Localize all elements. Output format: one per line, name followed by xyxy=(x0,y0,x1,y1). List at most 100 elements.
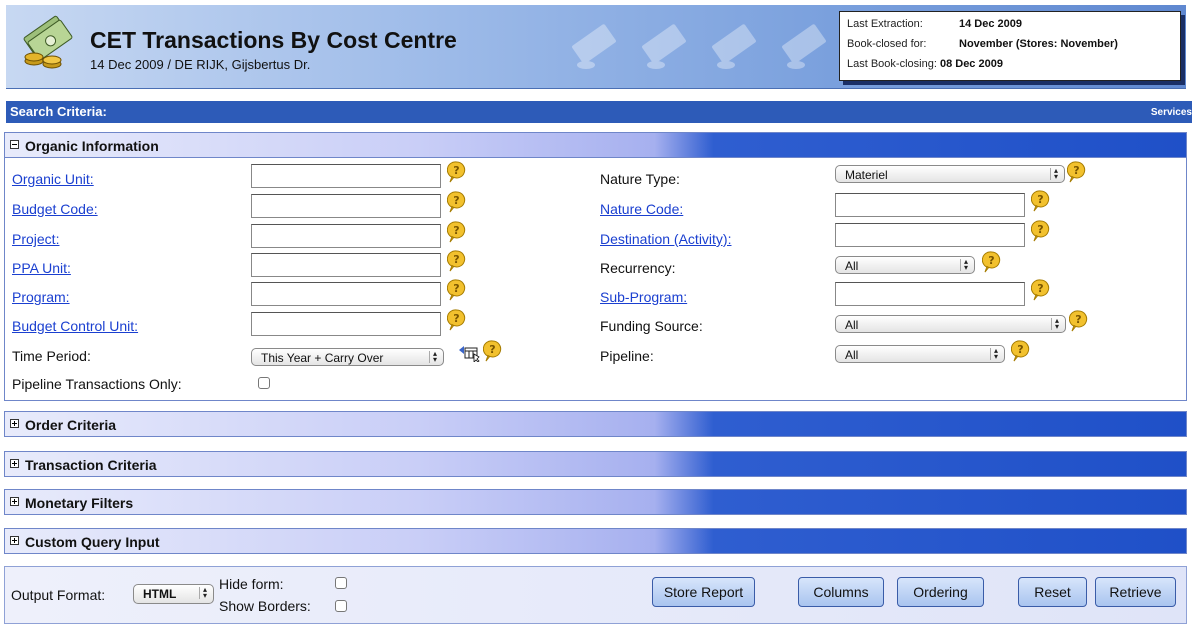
ordering-button[interactable]: Ordering xyxy=(897,577,984,607)
svg-text:?: ? xyxy=(1037,282,1043,295)
ppa-unit-link[interactable]: PPA Unit: xyxy=(12,260,71,276)
select-arrows-icon: ▴ ▾ xyxy=(429,350,440,364)
select-arrows-icon: ▴ ▾ xyxy=(1050,167,1061,181)
funding-source-select[interactable]: All ▴ ▾ xyxy=(835,315,1066,333)
select-arrows-icon: ▴ ▾ xyxy=(990,347,1001,361)
minus-icon[interactable] xyxy=(10,140,19,149)
svg-text:?: ? xyxy=(453,282,459,295)
budget-control-unit-input[interactable] xyxy=(251,312,441,336)
help-icon[interactable]: ? xyxy=(447,221,466,243)
section-monetary-filters[interactable]: Monetary Filters xyxy=(4,489,1187,515)
nature-code-link[interactable]: Nature Code: xyxy=(600,201,683,217)
organic-unit-link[interactable]: Organic Unit: xyxy=(12,171,94,187)
last-book-closing-value: 08 Dec 2009 xyxy=(939,58,1003,70)
money-logo-icon xyxy=(23,15,73,69)
select-arrows-icon: ▴ ▾ xyxy=(960,258,971,272)
show-borders-label: Show Borders: xyxy=(219,598,311,614)
pipeline-select[interactable]: All ▴ ▾ xyxy=(835,345,1005,363)
retrieve-button[interactable]: Retrieve xyxy=(1095,577,1176,607)
help-icon[interactable]: ? xyxy=(1031,190,1050,212)
program-input[interactable] xyxy=(251,282,441,306)
time-period-value: This Year + Carry Over xyxy=(261,351,384,365)
destination-activity-link[interactable]: Destination (Activity): xyxy=(600,231,731,247)
money-watermark-icon xyxy=(782,24,826,69)
svg-text:?: ? xyxy=(988,254,994,267)
project-link[interactable]: Project: xyxy=(12,231,59,247)
money-watermark-icon xyxy=(642,24,686,69)
hide-form-label: Hide form: xyxy=(219,576,284,592)
money-watermark-icon xyxy=(572,24,616,69)
ppa-unit-input[interactable] xyxy=(251,253,441,277)
hide-form-checkbox[interactable] xyxy=(335,577,347,589)
time-period-select[interactable]: This Year + Carry Over ▴ ▾ xyxy=(251,348,444,366)
svg-text:?: ? xyxy=(1073,164,1079,177)
svg-text:?: ? xyxy=(1017,343,1023,356)
plus-icon[interactable] xyxy=(10,497,19,506)
page-subtitle: 14 Dec 2009 / DE RIJK, Gijsbertus Dr. xyxy=(90,57,311,72)
help-icon[interactable]: ? xyxy=(447,279,466,301)
budget-code-link[interactable]: Budget Code: xyxy=(12,201,98,217)
plus-icon[interactable] xyxy=(10,419,19,428)
help-icon[interactable]: ? xyxy=(1067,161,1086,183)
help-icon[interactable]: ? xyxy=(982,251,1001,273)
calendar-picker-icon[interactable] xyxy=(458,342,482,362)
services-link[interactable]: Services xyxy=(1151,107,1192,118)
show-borders-checkbox[interactable] xyxy=(335,600,347,612)
destination-activity-input[interactable] xyxy=(835,223,1025,247)
svg-text:?: ? xyxy=(453,224,459,237)
help-icon[interactable]: ? xyxy=(447,250,466,272)
output-format-select[interactable]: HTML ▴ ▾ xyxy=(133,584,214,604)
help-icon[interactable]: ? xyxy=(483,340,502,362)
nature-code-input[interactable] xyxy=(835,193,1025,217)
section-label: Order Criteria xyxy=(25,417,117,433)
budget-control-unit-link[interactable]: Budget Control Unit: xyxy=(12,318,138,334)
project-input[interactable] xyxy=(251,224,441,248)
page-title: CET Transactions By Cost Centre xyxy=(90,27,457,53)
section-label: Custom Query Input xyxy=(25,534,160,550)
extraction-info-box: Last Extraction: 14 Dec 2009 Book-closed… xyxy=(839,11,1181,81)
section-organic-information[interactable]: Organic Information xyxy=(4,132,1187,158)
nature-type-label: Nature Type: xyxy=(600,171,680,187)
last-extraction-label: Last Extraction: xyxy=(847,18,923,30)
svg-text:?: ? xyxy=(1037,193,1043,206)
search-criteria-title: Search Criteria: xyxy=(10,104,107,119)
sub-program-input[interactable] xyxy=(835,282,1025,306)
svg-text:?: ? xyxy=(453,312,459,325)
output-format-value: HTML xyxy=(143,587,177,601)
help-icon[interactable]: ? xyxy=(447,161,466,183)
section-transaction-criteria[interactable]: Transaction Criteria xyxy=(4,451,1187,477)
nature-type-value: Materiel xyxy=(845,168,888,182)
pipeline-label: Pipeline: xyxy=(600,348,654,364)
svg-text:?: ? xyxy=(453,194,459,207)
page-header: CET Transactions By Cost Centre 14 Dec 2… xyxy=(6,5,1186,89)
columns-button[interactable]: Columns xyxy=(798,577,884,607)
plus-icon[interactable] xyxy=(10,459,19,468)
reset-button[interactable]: Reset xyxy=(1018,577,1087,607)
search-criteria-bar: Search Criteria: Services xyxy=(6,101,1192,123)
book-closed-value: November (Stores: November) xyxy=(959,38,1118,50)
help-icon[interactable]: ? xyxy=(1031,279,1050,301)
budget-code-input[interactable] xyxy=(251,194,441,218)
organic-unit-input[interactable] xyxy=(251,164,441,188)
svg-text:?: ? xyxy=(453,253,459,266)
nature-type-select[interactable]: Materiel ▴ ▾ xyxy=(835,165,1065,183)
help-icon[interactable]: ? xyxy=(447,309,466,331)
plus-icon[interactable] xyxy=(10,536,19,545)
help-icon[interactable]: ? xyxy=(1031,220,1050,242)
sub-program-link[interactable]: Sub-Program: xyxy=(600,289,687,305)
svg-text:?: ? xyxy=(1037,223,1043,236)
help-icon[interactable]: ? xyxy=(1069,310,1088,332)
section-order-criteria[interactable]: Order Criteria xyxy=(4,411,1187,437)
last-extraction-value: 14 Dec 2009 xyxy=(959,18,1022,30)
pipeline-only-checkbox[interactable] xyxy=(258,377,270,389)
last-book-closing-label: Last Book-closing: xyxy=(847,58,937,70)
funding-source-value: All xyxy=(845,318,859,332)
recurrency-select[interactable]: All ▴ ▾ xyxy=(835,256,975,274)
help-icon[interactable]: ? xyxy=(1011,340,1030,362)
store-report-button[interactable]: Store Report xyxy=(652,577,755,607)
program-link[interactable]: Program: xyxy=(12,289,70,305)
help-icon[interactable]: ? xyxy=(447,191,466,213)
section-label: Monetary Filters xyxy=(25,495,134,511)
select-arrows-icon: ▴ ▾ xyxy=(1051,317,1062,331)
section-custom-query-input[interactable]: Custom Query Input xyxy=(4,528,1187,554)
